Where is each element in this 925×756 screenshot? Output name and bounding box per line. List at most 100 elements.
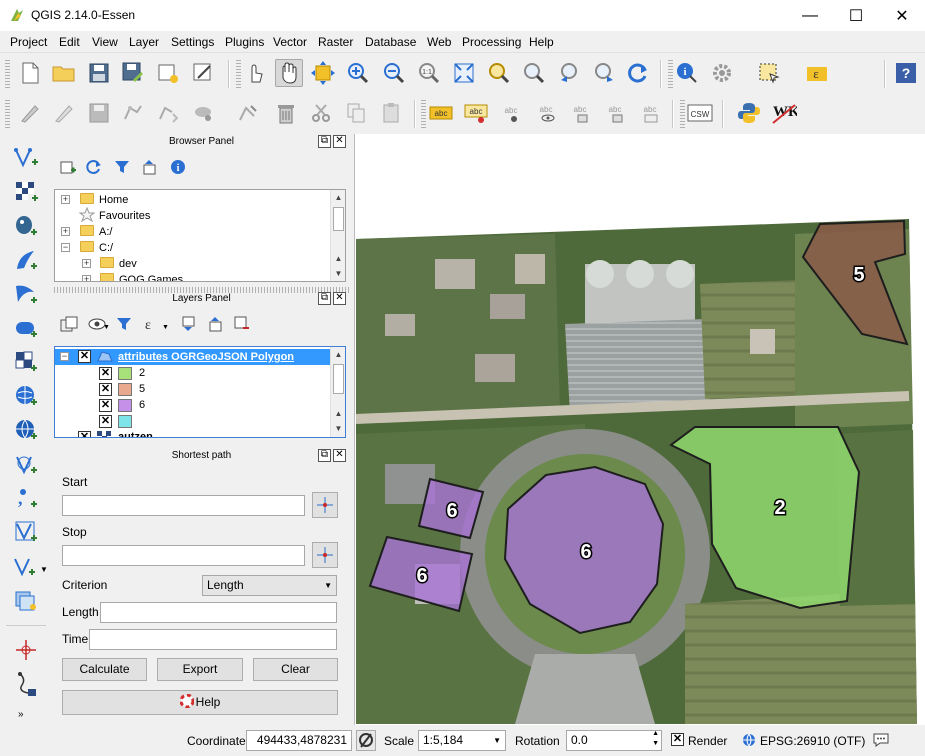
scroll-up-arrow[interactable]: ▲	[331, 190, 345, 205]
browser-item-gog-games[interactable]: GOG Games	[119, 272, 183, 281]
show-hide-labels-icon[interactable]: abc	[533, 99, 561, 127]
add-oracle-layer-icon[interactable]	[11, 313, 41, 343]
metasearch-csw-icon[interactable]: CSW	[686, 99, 714, 127]
add-wms-layer-icon[interactable]	[11, 381, 41, 411]
help-contents-icon[interactable]: ?	[892, 59, 920, 87]
zoom-next-icon[interactable]	[590, 59, 618, 87]
close-panel-button[interactable]: ✕	[333, 449, 346, 462]
close-button[interactable]: ✕	[879, 0, 925, 31]
new-shapefile-layer-icon[interactable]	[11, 143, 41, 173]
add-feature-icon[interactable]	[119, 99, 147, 127]
zoom-to-layer-icon[interactable]	[520, 59, 548, 87]
close-panel-button[interactable]: ✕	[333, 292, 346, 305]
menu-project[interactable]: Project	[10, 35, 47, 49]
chevron-down-icon[interactable]: ▼	[162, 324, 169, 331]
menu-raster[interactable]: Raster	[318, 35, 353, 49]
zoom-last-icon[interactable]	[556, 59, 584, 87]
scale-combo[interactable]: 1:5,184 ▼	[418, 730, 506, 751]
open-project-icon[interactable]	[50, 59, 78, 87]
save-layer-edits-icon[interactable]	[85, 99, 113, 127]
collapse-all-icon[interactable]	[208, 316, 224, 332]
export-button[interactable]: Export	[157, 658, 243, 681]
maximize-button[interactable]: ☐	[833, 0, 879, 31]
vertex-tool-icon[interactable]	[233, 99, 261, 127]
help-button[interactable]: Help	[62, 690, 338, 715]
save-as-icon[interactable]	[119, 59, 147, 87]
expand-toggle[interactable]: +	[61, 227, 70, 236]
shortest-path-tool-icon[interactable]	[11, 669, 41, 699]
float-panel-button[interactable]: ⧉	[318, 135, 331, 148]
remove-layer-icon[interactable]	[234, 316, 250, 332]
paste-features-icon[interactable]	[377, 99, 405, 127]
layer-name-autzen[interactable]: autzen	[118, 429, 153, 437]
run-action-icon[interactable]	[708, 59, 736, 87]
capture-stop-point-button[interactable]	[312, 542, 338, 568]
crosshair-tool-icon[interactable]	[11, 635, 41, 665]
stop-point-input[interactable]	[62, 545, 305, 566]
browser-scrollbar[interactable]: ▲ ▲ ▼	[330, 190, 345, 281]
layer-labeling-options-icon[interactable]: abc	[427, 99, 455, 127]
new-spatialite-layer-icon[interactable]	[11, 551, 41, 581]
browser-item-dev[interactable]: dev	[119, 256, 137, 272]
scroll-down-arrow[interactable]: ▼	[331, 266, 345, 281]
class-visibility-checkbox[interactable]: ✕	[99, 383, 112, 396]
toolbar-handle[interactable]	[5, 60, 10, 88]
layers-scrollbar[interactable]: ▲ ▲ ▼	[330, 347, 345, 437]
filter-icon[interactable]	[114, 159, 130, 175]
coordinate-field[interactable]: 494433,4878231	[246, 730, 352, 751]
new-project-icon[interactable]	[16, 59, 44, 87]
python-console-icon[interactable]	[735, 99, 763, 127]
layers-tree[interactable]: − ✕ attributes OGRGeoJSON Polygon ✕ 2 ✕ …	[54, 346, 346, 438]
expand-toggle[interactable]: +	[61, 195, 70, 204]
browser-item-a-drive[interactable]: A:/	[99, 224, 112, 240]
identify-features-icon[interactable]: i	[673, 59, 701, 87]
scroll-thumb[interactable]	[333, 364, 344, 394]
layer-visibility-checkbox[interactable]: ✕	[78, 431, 91, 437]
highlight-pinned-labels-icon[interactable]: abc	[498, 99, 526, 127]
copy-features-icon[interactable]	[342, 99, 370, 127]
scroll-thumb[interactable]	[333, 207, 344, 231]
menu-vector[interactable]: Vector	[273, 35, 307, 49]
clear-button[interactable]: Clear	[253, 658, 338, 681]
properties-info-icon[interactable]: i	[170, 159, 186, 175]
messages-icon[interactable]	[872, 732, 890, 748]
zoom-in-icon[interactable]	[344, 59, 372, 87]
current-edits-icon[interactable]	[50, 99, 78, 127]
add-wcs-layer-icon[interactable]	[11, 415, 41, 445]
render-checkbox[interactable]: ✕	[671, 733, 684, 746]
zoom-full-icon[interactable]	[450, 59, 478, 87]
add-spatialite-layer-icon[interactable]	[11, 245, 41, 275]
create-layer-from-db-icon[interactable]	[11, 585, 41, 615]
scroll-up-arrow[interactable]: ▲	[331, 347, 345, 362]
expand-toggle[interactable]: +	[82, 275, 91, 281]
pan-map-icon[interactable]	[275, 59, 303, 87]
zoom-actual-size-icon[interactable]: 1:1	[415, 59, 443, 87]
add-layers-icon[interactable]	[60, 159, 76, 175]
menu-web[interactable]: Web	[427, 35, 451, 49]
browser-item-home[interactable]: Home	[99, 192, 128, 208]
menu-layer[interactable]: Layer	[129, 35, 159, 49]
expand-all-icon[interactable]	[181, 316, 197, 332]
expand-toggle[interactable]: +	[82, 259, 91, 268]
scroll-up-arrow[interactable]: ▲	[331, 251, 345, 266]
menu-database[interactable]: Database	[365, 35, 416, 49]
zoom-out-icon[interactable]	[380, 59, 408, 87]
cut-features-icon[interactable]	[308, 99, 336, 127]
add-postgis-layer-icon[interactable]	[11, 211, 41, 241]
class-visibility-checkbox[interactable]: ✕	[99, 415, 112, 428]
menu-processing[interactable]: Processing	[462, 35, 521, 49]
refresh-icon[interactable]	[624, 59, 652, 87]
save-project-icon[interactable]	[85, 59, 113, 87]
menu-plugins[interactable]: Plugins	[225, 35, 264, 49]
node-tool-icon[interactable]	[189, 99, 217, 127]
move-label-icon[interactable]: abc	[567, 99, 595, 127]
add-db2-layer-icon[interactable]	[11, 347, 41, 377]
rotate-label-icon[interactable]: abc	[602, 99, 630, 127]
refresh-icon[interactable]	[86, 159, 102, 175]
class-visibility-checkbox[interactable]: ✕	[99, 367, 112, 380]
new-print-composer-icon[interactable]	[154, 59, 182, 87]
filter-legend-icon[interactable]	[116, 316, 132, 332]
scroll-down-arrow[interactable]: ▼	[331, 421, 345, 436]
criterion-select[interactable]: Length ▼	[202, 575, 337, 596]
layer-name-attributes[interactable]: attributes OGRGeoJSON Polygon	[118, 349, 294, 365]
